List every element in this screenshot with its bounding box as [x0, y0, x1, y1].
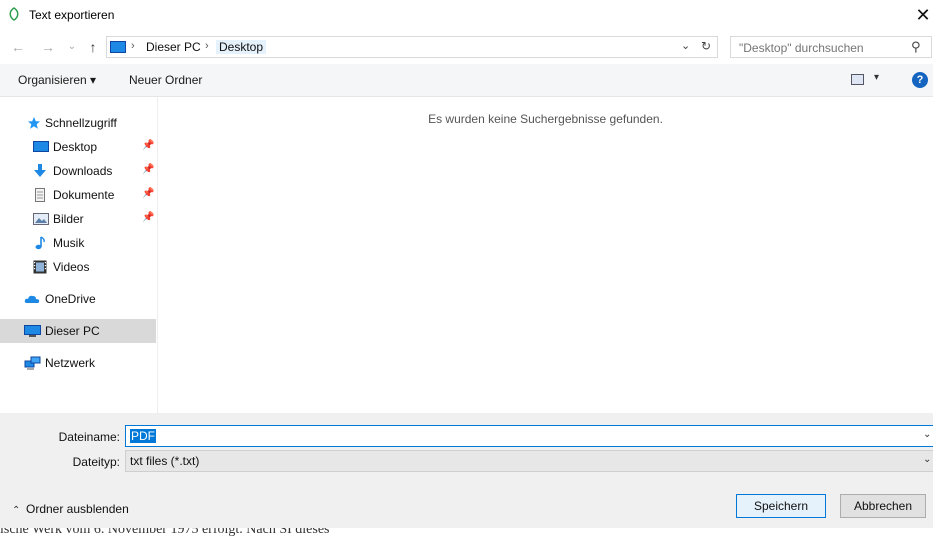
filetype-label: Dateityp: — [72, 455, 120, 469]
sidebar-item-label: OneDrive — [45, 292, 96, 306]
pin-icon[interactable]: 📌 — [142, 212, 154, 223]
chevron-down-icon[interactable]: ⌄ — [681, 39, 690, 52]
star-icon — [28, 117, 40, 129]
filename-label: Dateiname: — [58, 430, 120, 444]
filename-value[interactable]: PDF — [130, 429, 156, 443]
address-bar[interactable]: › Dieser PC › Desktop ⌄ ↻ — [106, 36, 718, 58]
close-icon[interactable]: ✕ — [913, 4, 933, 26]
computer-icon — [24, 325, 41, 337]
breadcrumb-desktop[interactable]: Desktop — [216, 40, 267, 54]
sidebar-item-documents[interactable]: Dokumente 📌 — [0, 183, 156, 207]
cancel-button[interactable]: Abbrechen — [840, 494, 926, 518]
document-icon — [35, 188, 45, 202]
filename-field[interactable]: PDF ⌄ — [125, 425, 939, 447]
search-box[interactable]: ⚲ — [730, 36, 932, 58]
sidebar-item-label: Downloads — [53, 164, 113, 178]
pin-icon[interactable]: 📌 — [142, 140, 154, 151]
forward-arrow-icon[interactable]: → — [38, 37, 58, 57]
view-options-icon[interactable] — [851, 74, 864, 85]
save-dialog: Text exportieren ✕ ← → ⌄ ↑ › Dieser PC ›… — [0, 0, 939, 530]
navigation-bar: ← → ⌄ ↑ › Dieser PC › Desktop ⌄ ↻ ⚲ — [0, 33, 933, 61]
app-leaf-icon — [9, 7, 19, 21]
command-toolbar: Organisieren ▾ Neuer Ordner ▾ ? — [0, 64, 933, 97]
title-bar: Text exportieren ✕ — [0, 0, 933, 30]
sidebar-item-label: Videos — [53, 260, 90, 274]
desktop-icon — [33, 141, 49, 152]
network-icon — [24, 356, 41, 370]
video-icon — [33, 260, 47, 274]
view-dropdown-icon[interactable]: ▾ — [874, 72, 879, 83]
filetype-value: txt files (*.txt) — [130, 454, 200, 468]
back-arrow-icon[interactable]: ← — [8, 37, 28, 57]
search-input[interactable] — [737, 39, 911, 57]
navigation-pane: Schnellzugriff Desktop 📌 Downloads 📌 Dok… — [0, 97, 158, 413]
background-document-bottom: ische Werk vom 6. November 1975 erfolgt.… — [0, 528, 948, 536]
sidebar-item-quick-access[interactable]: Schnellzugriff — [0, 111, 156, 135]
file-list-area[interactable]: Es wurden keine Suchergebnisse gefunden. — [158, 97, 933, 413]
hide-folders-button[interactable]: ⌃ Ordner ausblenden — [12, 502, 129, 516]
save-button[interactable]: Speichern — [736, 494, 826, 518]
organize-menu-button[interactable]: Organisieren ▾ — [18, 73, 96, 87]
hide-folders-label: Ordner ausblenden — [26, 502, 129, 516]
sidebar-item-label: Schnellzugriff — [45, 116, 117, 130]
background-text: ische Werk vom 6. November 1975 erfolgt.… — [0, 528, 330, 536]
new-folder-button[interactable]: Neuer Ordner — [129, 73, 202, 87]
sidebar-item-label: Musik — [53, 236, 85, 250]
breadcrumb-this-pc[interactable]: Dieser PC — [146, 40, 201, 54]
window-title: Text exportieren — [29, 8, 115, 22]
sidebar-item-label: Netzwerk — [45, 356, 96, 370]
chevron-down-icon[interactable]: ⌄ — [923, 454, 931, 465]
up-arrow-icon[interactable]: ↑ — [83, 37, 103, 57]
breadcrumb-separator: › — [205, 40, 209, 52]
sidebar-item-network[interactable]: Netzwerk — [0, 351, 156, 375]
sidebar-item-music[interactable]: Musik — [0, 231, 156, 255]
sidebar-item-pictures[interactable]: Bilder 📌 — [0, 207, 156, 231]
chevron-down-icon[interactable]: ⌄ — [923, 429, 931, 440]
refresh-icon[interactable]: ↻ — [701, 39, 711, 53]
help-icon[interactable]: ? — [912, 72, 928, 88]
sidebar-item-onedrive[interactable]: OneDrive — [0, 287, 156, 311]
cloud-icon — [24, 295, 40, 303]
computer-icon — [110, 41, 126, 53]
download-icon — [34, 164, 46, 177]
sidebar-item-desktop[interactable]: Desktop 📌 — [0, 135, 156, 159]
sidebar-item-label: Bilder — [53, 212, 84, 226]
sidebar-item-this-pc[interactable]: Dieser PC — [0, 319, 156, 343]
recent-locations-icon[interactable]: ⌄ — [62, 37, 82, 57]
pin-icon[interactable]: 📌 — [142, 188, 154, 199]
filetype-select[interactable]: txt files (*.txt) ⌄ — [125, 450, 939, 472]
search-icon[interactable]: ⚲ — [911, 39, 921, 55]
save-form: Dateiname: PDF ⌄ Dateityp: txt files (*.… — [0, 413, 939, 530]
sidebar-item-label: Dokumente — [53, 188, 115, 202]
sidebar-item-label: Desktop — [53, 140, 98, 154]
picture-icon — [33, 213, 49, 225]
breadcrumb-separator: › — [131, 40, 135, 52]
pin-icon[interactable]: 📌 — [142, 164, 154, 175]
sidebar-item-videos[interactable]: Videos — [0, 255, 156, 279]
sidebar-item-label: Dieser PC — [45, 324, 100, 338]
sidebar-item-downloads[interactable]: Downloads 📌 — [0, 159, 156, 183]
chevron-up-icon: ⌃ — [12, 505, 21, 516]
empty-results-message: Es wurden keine Suchergebnisse gefunden. — [428, 112, 663, 126]
music-icon — [35, 236, 45, 250]
background-document-edge — [933, 0, 948, 536]
